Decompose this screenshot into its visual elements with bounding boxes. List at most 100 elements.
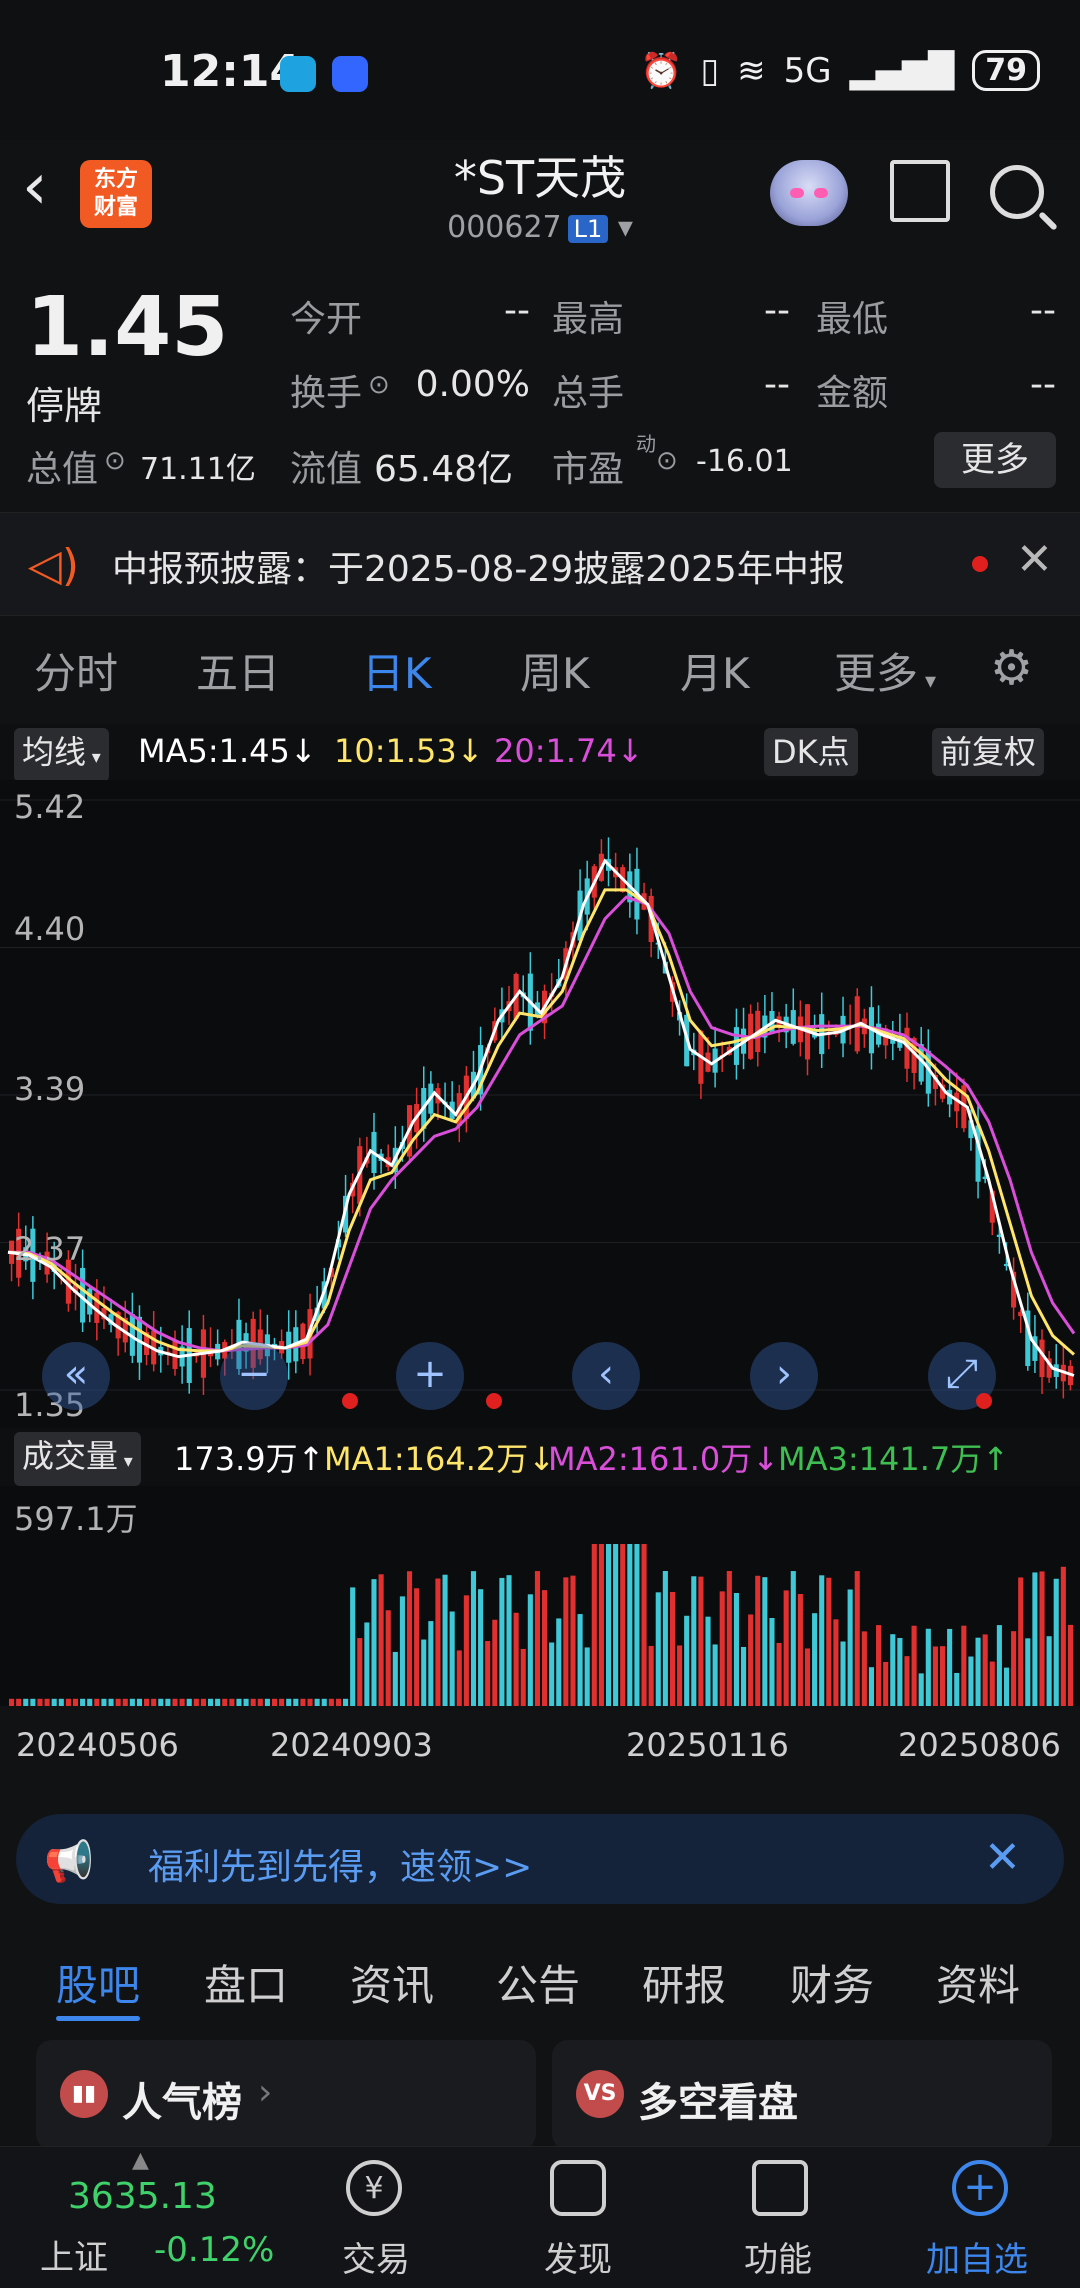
volume-bar [677,1645,683,1706]
index-name[interactable]: 上证 [40,2230,108,2279]
nav-add-watchlist[interactable]: 加自选 [926,2232,1028,2281]
tab-profile[interactable]: 资料 [936,1952,1020,2013]
tab-daily-k[interactable]: 日K [362,640,432,701]
amount-label: 金额 [816,373,889,414]
volume-bar [158,1698,164,1706]
volume-bar [570,1575,576,1706]
bull-bear-card[interactable] [552,2040,1052,2150]
low-value: -- [1030,290,1056,331]
volume-bar [783,1590,789,1706]
tab-monthly-k[interactable]: 月K [680,640,750,701]
search-icon[interactable] [990,165,1044,219]
pe-label: 市盈 [552,449,625,490]
tab-intraday[interactable]: 分时 [34,640,118,701]
fast-back-button[interactable]: « [42,1342,110,1410]
volume-bar [939,1646,946,1706]
volume-bar [740,1646,747,1706]
volume-value: 173.9万↑ [174,1440,325,1478]
chevron-up-icon: ▲ [132,2148,149,2173]
promo-text[interactable]: 福利先到先得，速领>> [148,1838,532,1890]
plus-icon[interactable]: + [952,2160,1008,2216]
volume-chart[interactable] [0,1486,1080,1706]
volume-bar [819,1575,825,1706]
index-value[interactable]: 3635.13 [68,2176,217,2217]
zoom-out-button[interactable]: − [220,1342,288,1410]
info-icon[interactable]: ⊙ [656,446,678,476]
volume-bar [1053,1578,1059,1706]
volume-bar [65,1698,71,1706]
nav-discover[interactable]: 发现 [544,2232,612,2281]
close-icon[interactable]: ✕ [984,1832,1021,1883]
volume-bar [179,1698,185,1706]
scroll-right-button[interactable]: › [750,1342,818,1410]
volume-bar [762,1577,768,1706]
volume-bar [641,1544,647,1706]
active-tab-indicator [56,2016,140,2021]
wifi-icon: ≋ [737,50,766,91]
volume-bar [151,1698,157,1706]
tab-more[interactable]: 更多 ▾ [834,640,936,701]
volume-bar [136,1698,143,1706]
volume-bar [129,1698,135,1706]
volume-bar [861,1631,867,1706]
volume-bar [478,1589,484,1706]
event-dot[interactable] [976,1393,992,1409]
share-icon[interactable] [890,160,950,222]
volume-bar [51,1698,57,1706]
tab-news[interactable]: 资讯 [350,1952,434,2013]
volume-bar [385,1610,391,1706]
volume-bar [989,1661,995,1706]
event-dot[interactable] [342,1393,358,1409]
ma5-line [7,858,1075,1377]
scroll-left-button[interactable]: ‹ [572,1342,640,1410]
nav-trade[interactable]: 交易 [342,2232,410,2281]
info-icon[interactable]: ⊙ [368,370,390,400]
y-tick-3: 2.37 [14,1230,86,1268]
popularity-card[interactable] [36,2040,536,2150]
edit-icon[interactable] [550,2160,606,2216]
gear-icon[interactable]: ⚙ [990,640,1033,696]
volume-selector[interactable]: 成交量 ▾ [14,1432,141,1486]
volume-bar [101,1698,107,1706]
y-tick-2: 3.39 [14,1070,86,1108]
more-button[interactable]: 更多 [934,432,1056,488]
tab-research[interactable]: 研报 [642,1952,726,2013]
volume-bar [186,1698,192,1706]
volume-bar [414,1588,420,1706]
volume-bar [513,1612,519,1706]
volume-bar [563,1577,569,1706]
tab-pankou[interactable]: 盘口 [204,1952,288,2013]
close-icon[interactable]: ✕ [1016,534,1053,585]
index-change[interactable]: -0.12% [154,2230,274,2270]
adjust-button[interactable]: 前复权 [932,728,1045,776]
volume-bar [300,1698,306,1706]
ma-selector[interactable]: 均线 ▾ [14,728,109,782]
tab-finance[interactable]: 财务 [790,1952,874,2013]
tab-weekly-k[interactable]: 周K [520,640,590,701]
k-line-chart[interactable] [0,780,1080,1430]
volume-bar [982,1634,988,1706]
volume-bar [812,1613,818,1706]
grid-icon[interactable] [752,2160,808,2216]
volume-bar [463,1595,469,1706]
tab-guba[interactable]: 股吧 [56,1952,140,2013]
robot-assistant-icon[interactable] [770,160,848,226]
event-dot[interactable] [486,1393,502,1409]
notice-text[interactable]: 中报预披露：于2025-08-29披露2025年中报 [112,540,845,592]
dk-point-button[interactable]: DK点 [764,728,858,776]
tab-five-day[interactable]: 五日 [196,640,280,701]
volume-bar [542,1590,548,1706]
volume-bar [648,1645,654,1706]
yen-icon[interactable]: ¥ [346,2160,402,2216]
nav-function[interactable]: 功能 [744,2232,812,2281]
volume-bar [506,1575,512,1706]
volume-bar [399,1596,405,1706]
zoom-in-button[interactable]: + [396,1342,464,1410]
volume-bar [435,1578,441,1706]
info-icon[interactable]: ⊙ [104,446,126,476]
volume-bar [499,1577,505,1706]
volume-bar [947,1628,953,1706]
tab-announcement[interactable]: 公告 [496,1952,580,2013]
volume-bar [207,1698,214,1706]
x-tick-1: 20240903 [270,1726,433,1764]
